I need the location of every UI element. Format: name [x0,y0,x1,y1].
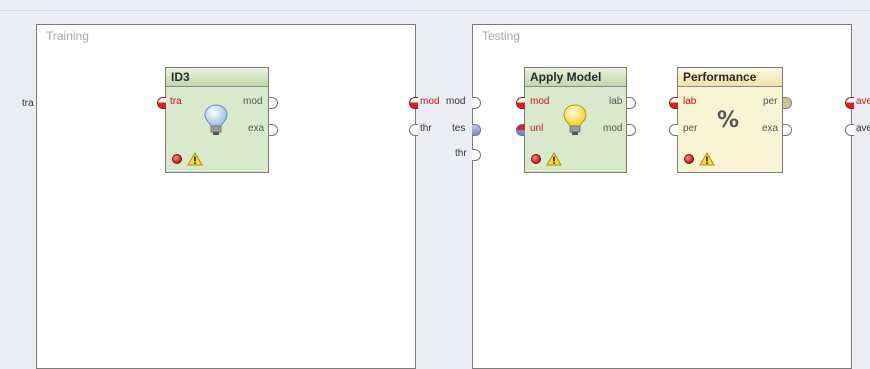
id3-output-label-mod: mod [243,96,263,107]
id3-output-label-exa: exa [248,123,265,134]
training-inner-label-mod: mod [420,96,440,107]
apply-model-input-label-unl: unl [530,123,544,134]
performance-output-label-exa: exa [762,123,779,134]
performance-warning-icon [699,152,715,166]
training-inner-port-mod[interactable] [409,97,418,109]
testing-inner-label-tes: tes [452,123,466,134]
apply-model-input-label-mod: mod [530,96,550,107]
id3-title: ID3 [166,68,268,87]
id3-input-port-tra[interactable] [157,97,166,109]
top-divider [0,10,870,11]
apply-model-input-port-unl[interactable] [516,124,525,136]
testing-inner-label-thr: thr [455,148,467,159]
id3-error-status-icon [172,154,182,164]
performance-input-label-per: per [683,123,698,134]
training-inner-label-thr: thr [420,123,432,134]
testing-inner-label-mod: mod [446,96,466,107]
apply-model-warning-icon [546,152,562,166]
outer-input-label: tra [22,98,34,109]
apply-model-title: Apply Model [525,68,626,87]
performance-error-status-icon [684,154,694,164]
performance-input-label-lab: lab [683,96,697,107]
id3-input-label-tra: tra [170,96,182,107]
performance-input-port-lab[interactable] [669,97,678,109]
testing-inner-port-ave-2[interactable] [845,124,854,136]
apply-model-error-status-icon [531,154,541,164]
id3-warning-icon [187,152,203,166]
training-panel-title: Training [46,29,89,43]
performance-output-label-per: per [763,96,778,107]
apply-model-output-label-lab: lab [609,96,623,107]
training-inner-port-thr[interactable] [409,124,418,136]
testing-inner-label-ave-2: ave [856,123,870,134]
testing-inner-label-ave-1: ave [856,96,870,107]
apply-model-output-label-mod: mod [603,123,623,134]
lightbulb-icon [563,104,587,135]
testing-inner-port-ave-1[interactable] [845,97,854,109]
performance-input-port-per[interactable] [669,124,678,136]
testing-panel-title: Testing [482,29,521,43]
performance-title: Performance [678,68,782,87]
apply-model-input-port-mod[interactable] [516,97,525,109]
percent-icon: % [717,108,740,133]
lightbulb-icon [204,104,228,135]
